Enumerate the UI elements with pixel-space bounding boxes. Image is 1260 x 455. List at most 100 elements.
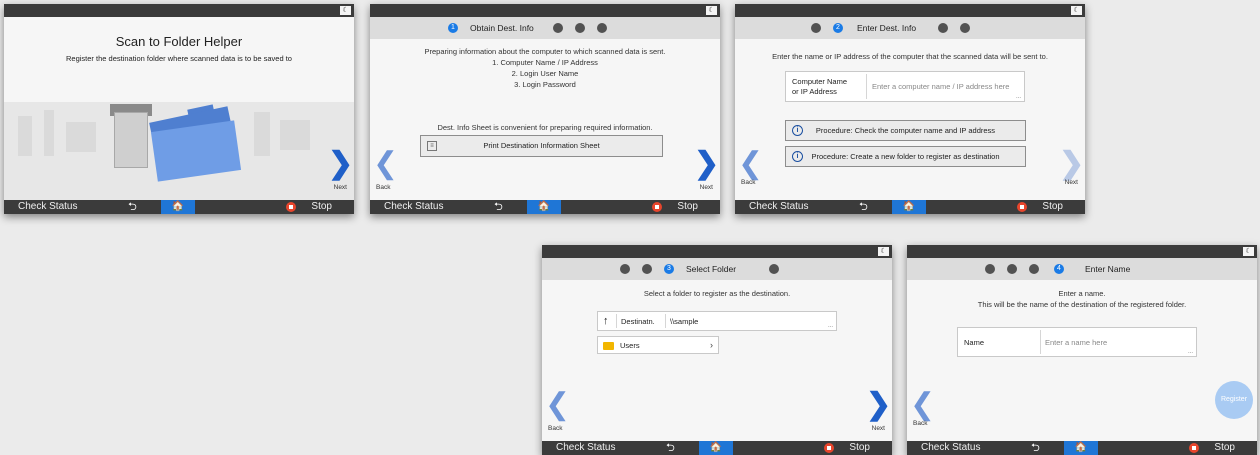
- intro-text: Preparing information about the computer…: [424, 47, 666, 56]
- step-dot-active: 1: [448, 23, 458, 33]
- back-icon[interactable]: ⮌: [666, 441, 675, 455]
- printer-illustration: [114, 112, 148, 168]
- stop-button[interactable]: Stop: [849, 442, 870, 454]
- home-button[interactable]: 🏠: [527, 200, 561, 214]
- field-divider: [866, 74, 867, 99]
- intro-text: Select a folder to register as the desti…: [643, 289, 791, 298]
- screen-obtain-dest-info: ☾ 1 Obtain Dest. Info Preparing informat…: [370, 4, 720, 214]
- stop-button[interactable]: Stop: [1042, 201, 1063, 213]
- name-input[interactable]: Enter a name here: [1045, 338, 1107, 348]
- step-dot: [1007, 264, 1017, 274]
- info-icon: i: [792, 125, 803, 136]
- procedure-check-button[interactable]: i Procedure: Check the computer name and…: [785, 120, 1026, 141]
- next-arrow-icon[interactable]: ❯: [694, 149, 719, 179]
- step-dot: [769, 264, 779, 274]
- procedure-create-folder-button[interactable]: i Procedure: Create a new folder to regi…: [785, 146, 1026, 167]
- check-status-button[interactable]: Check Status: [384, 201, 443, 213]
- field-label: or IP Address: [792, 87, 837, 96]
- back-arrow-icon[interactable]: ❮: [738, 149, 763, 179]
- bottom-bar: Check Status ⮌ 🏠 Stop: [370, 200, 720, 214]
- back-icon[interactable]: ⮌: [1031, 441, 1040, 455]
- back-arrow-icon[interactable]: ❮: [910, 390, 935, 420]
- step-indicator: 2 Enter Dest. Info: [735, 17, 1085, 39]
- print-sheet-label: Print Destination Information Sheet: [483, 141, 600, 150]
- stop-button[interactable]: Stop: [1214, 442, 1235, 454]
- check-status-button[interactable]: Check Status: [18, 201, 77, 213]
- name-field[interactable]: Name Enter a name here ...: [957, 327, 1197, 357]
- back-label: Back: [376, 184, 391, 191]
- home-icon: 🏠: [709, 442, 723, 453]
- list-item: 1. Computer Name / IP Address: [492, 58, 598, 67]
- computer-name-field[interactable]: Computer Name or IP Address Enter a comp…: [785, 71, 1025, 102]
- step-dot: [811, 23, 821, 33]
- more-icon: ...: [827, 323, 833, 329]
- home-button[interactable]: 🏠: [892, 200, 926, 214]
- field-divider: [616, 314, 617, 328]
- print-sheet-button[interactable]: ≡ Print Destination Information Sheet: [420, 135, 663, 157]
- register-button[interactable]: Register: [1215, 381, 1253, 419]
- top-status-bar: ☾: [907, 245, 1257, 258]
- destination-path-field[interactable]: ↑ Destinatn. \\sample ...: [597, 311, 837, 331]
- stop-button[interactable]: Stop: [677, 201, 698, 213]
- stop-icon[interactable]: [824, 443, 834, 453]
- step-dot: [597, 23, 607, 33]
- step-dot: [575, 23, 585, 33]
- home-icon: 🏠: [537, 201, 551, 212]
- stop-button[interactable]: Stop: [311, 201, 332, 213]
- step-dot: [553, 23, 563, 33]
- top-status-bar: ☾: [542, 245, 892, 258]
- back-arrow-icon[interactable]: ❮: [373, 149, 398, 179]
- stop-icon[interactable]: [1017, 202, 1027, 212]
- step-label: Obtain Dest. Info: [470, 23, 534, 33]
- home-icon: 🏠: [1074, 442, 1088, 453]
- step-indicator: 4 Enter Name: [907, 258, 1257, 280]
- stop-icon[interactable]: [652, 202, 662, 212]
- field-divider: [665, 314, 666, 328]
- procedure-create-label: Procedure: Create a new folder to regist…: [811, 152, 1000, 161]
- chevron-right-icon: ›: [710, 340, 713, 350]
- next-label: Next: [1064, 179, 1078, 186]
- step-dot: [985, 264, 995, 274]
- step-label: Select Folder: [686, 264, 737, 274]
- field-divider: [1040, 330, 1041, 354]
- home-icon: 🏠: [902, 201, 916, 212]
- computer-name-input[interactable]: Enter a computer name / IP address here: [872, 82, 1009, 92]
- page-subtitle: Register the destination folder where sc…: [66, 54, 292, 63]
- check-status-button[interactable]: Check Status: [749, 201, 808, 213]
- home-button[interactable]: 🏠: [699, 441, 733, 455]
- step-dot: [1029, 264, 1039, 274]
- energy-saver-icon[interactable]: ☾: [340, 6, 351, 15]
- screen-select-folder: ☾ 3 Select Folder Select a folder to reg…: [542, 245, 892, 455]
- back-icon[interactable]: ⮌: [494, 200, 503, 214]
- intro-text: Enter a name.: [1058, 289, 1106, 298]
- step-dot-active: 4: [1054, 264, 1064, 274]
- energy-saver-icon[interactable]: ☾: [706, 6, 717, 15]
- step-label: Enter Name: [1085, 264, 1131, 274]
- bottom-bar: Check Status ⮌ 🏠 Stop: [542, 441, 892, 455]
- field-label: Name: [964, 338, 985, 347]
- stop-icon[interactable]: [1189, 443, 1199, 453]
- destination-label: Destinatn.: [621, 317, 655, 326]
- list-item: 3. Login Password: [514, 80, 576, 89]
- up-arrow-icon[interactable]: ↑: [603, 315, 609, 327]
- back-label: Back: [548, 425, 563, 432]
- back-arrow-icon[interactable]: ❮: [545, 390, 570, 420]
- step-dot-active: 2: [833, 23, 843, 33]
- next-arrow-icon[interactable]: ❯: [1059, 149, 1084, 179]
- energy-saver-icon[interactable]: ☾: [1071, 6, 1082, 15]
- check-status-button[interactable]: Check Status: [556, 442, 615, 454]
- energy-saver-icon[interactable]: ☾: [878, 247, 889, 256]
- list-item: 2. Login User Name: [511, 69, 579, 78]
- energy-saver-icon[interactable]: ☾: [1243, 247, 1254, 256]
- back-icon[interactable]: ⮌: [128, 200, 137, 214]
- next-arrow-icon[interactable]: ❯: [328, 149, 353, 179]
- step-label: Enter Dest. Info: [857, 23, 917, 33]
- next-arrow-icon[interactable]: ❯: [866, 390, 891, 420]
- stop-icon[interactable]: [286, 202, 296, 212]
- home-button[interactable]: 🏠: [161, 200, 195, 214]
- back-icon[interactable]: ⮌: [859, 200, 868, 214]
- folder-list-item[interactable]: Users ›: [597, 336, 719, 354]
- screen-enter-name: ☾ 4 Enter Name Enter a name. This will b…: [907, 245, 1257, 455]
- check-status-button[interactable]: Check Status: [921, 442, 980, 454]
- home-button[interactable]: 🏠: [1064, 441, 1098, 455]
